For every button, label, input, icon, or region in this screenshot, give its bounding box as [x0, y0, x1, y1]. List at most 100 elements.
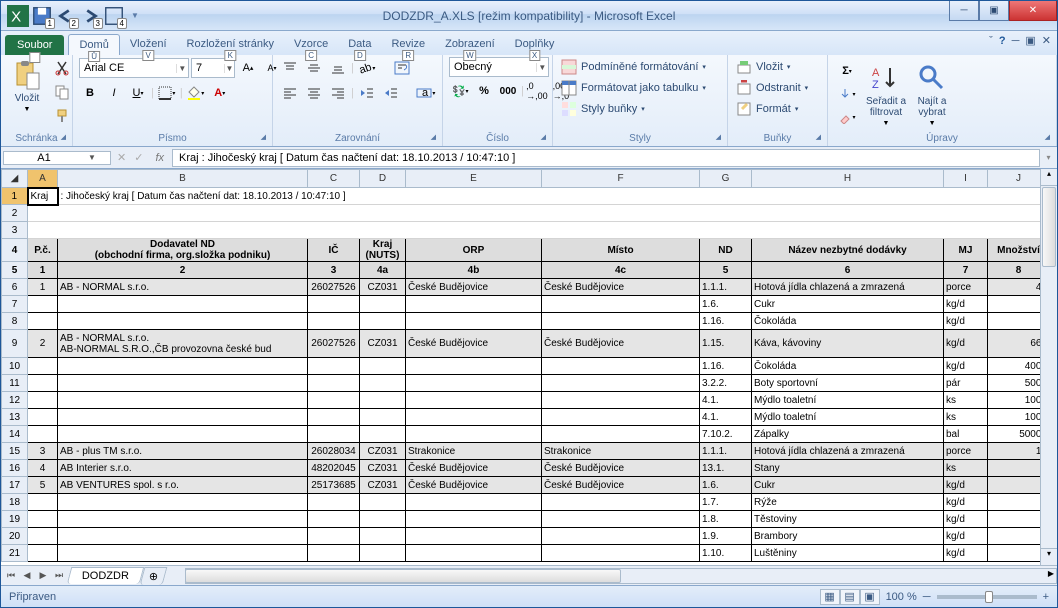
cell[interactable]: Hotová jídla chlazená a zmrazená: [752, 443, 944, 460]
qat-save[interactable]: 1: [31, 5, 53, 27]
cell[interactable]: Luštěniny: [752, 545, 944, 562]
cell[interactable]: [308, 494, 360, 511]
cell[interactable]: České Budějovice: [406, 460, 542, 477]
cell[interactable]: 1.16.: [700, 313, 752, 330]
maximize-button[interactable]: ▣: [979, 1, 1009, 21]
cell[interactable]: 48202045: [308, 460, 360, 477]
row-header-1[interactable]: 1: [2, 188, 28, 205]
cell[interactable]: 1: [988, 477, 1041, 494]
cell[interactable]: 1.10.: [700, 545, 752, 562]
workbook-minimize-icon[interactable]: ─: [1012, 35, 1020, 47]
col-header-E[interactable]: E: [406, 170, 542, 188]
clear-button[interactable]: ▾: [834, 106, 860, 128]
cell[interactable]: [542, 545, 700, 562]
percent-button[interactable]: %: [473, 80, 495, 102]
cell[interactable]: [28, 392, 58, 409]
cell[interactable]: AB Interier s.r.o.: [58, 460, 308, 477]
cell[interactable]: 660: [988, 330, 1041, 358]
cell[interactable]: [360, 494, 406, 511]
normal-view-button[interactable]: ▦: [820, 589, 840, 605]
cell[interactable]: [308, 528, 360, 545]
cell[interactable]: 1000: [988, 409, 1041, 426]
tab-zobrazení[interactable]: ZobrazeníW: [435, 34, 505, 55]
col-header-F[interactable]: F: [542, 170, 700, 188]
cell[interactable]: 7.10.2.: [700, 426, 752, 443]
formula-input[interactable]: [172, 149, 1040, 167]
copy-button[interactable]: [51, 81, 73, 103]
cell[interactable]: [308, 296, 360, 313]
qat-undo[interactable]: 2: [55, 5, 77, 27]
cell[interactable]: 50000: [988, 426, 1041, 443]
cell[interactable]: 6: [988, 313, 1041, 330]
cell[interactable]: [28, 409, 58, 426]
cell[interactable]: [542, 528, 700, 545]
underline-button[interactable]: U▾: [127, 82, 149, 104]
cell[interactable]: 26027526: [308, 279, 360, 296]
cell[interactable]: [360, 358, 406, 375]
cell[interactable]: AB - NORMAL s.r.o.: [58, 279, 308, 296]
row-header-6[interactable]: 6: [2, 279, 28, 296]
cell[interactable]: CZ031: [360, 443, 406, 460]
tab-vzorce[interactable]: VzorceC: [284, 34, 338, 55]
cell[interactable]: kg/d: [944, 494, 988, 511]
cell[interactable]: 1.16.: [700, 358, 752, 375]
cell[interactable]: [542, 392, 700, 409]
row-header-16[interactable]: 16: [2, 460, 28, 477]
col-header-H[interactable]: H: [752, 170, 944, 188]
tab-rozložení stránky[interactable]: Rozložení stránkyK: [177, 34, 284, 55]
cell[interactable]: [308, 511, 360, 528]
cell[interactable]: [360, 392, 406, 409]
cell[interactable]: 2: [28, 330, 58, 358]
cell[interactable]: [406, 545, 542, 562]
cell[interactable]: [360, 426, 406, 443]
row-header-4[interactable]: 4: [2, 239, 28, 262]
row-header-10[interactable]: 10: [2, 358, 28, 375]
tab-domů[interactable]: DomůŮ: [68, 34, 119, 55]
cell[interactable]: Čokoláda: [752, 313, 944, 330]
row-header-21[interactable]: 21: [2, 545, 28, 562]
insert-cells-button[interactable]: Vložit ▾: [734, 57, 792, 77]
cell[interactable]: [28, 528, 58, 545]
autosum-button[interactable]: Σ▾: [834, 60, 860, 82]
cell[interactable]: České Budějovice: [542, 279, 700, 296]
row-header-7[interactable]: 7: [2, 296, 28, 313]
cell[interactable]: [406, 426, 542, 443]
file-tab[interactable]: SouborS: [5, 35, 64, 55]
cell[interactable]: kg/d: [944, 511, 988, 528]
cell[interactable]: Cukr: [752, 477, 944, 494]
first-sheet-button[interactable]: ⏮: [3, 570, 19, 581]
italic-button[interactable]: I: [103, 82, 125, 104]
accounting-format-button[interactable]: 💱▾: [449, 80, 471, 102]
cell[interactable]: České Budějovice: [542, 460, 700, 477]
cell[interactable]: Cukr: [752, 296, 944, 313]
cell[interactable]: 5000: [988, 375, 1041, 392]
cell[interactable]: kg/d: [944, 330, 988, 358]
format-painter-button[interactable]: [51, 105, 73, 127]
tab-doplňky[interactable]: DoplňkyX: [505, 34, 565, 55]
cell[interactable]: kg/d: [944, 358, 988, 375]
cell[interactable]: Strakonice: [406, 443, 542, 460]
last-sheet-button[interactable]: ⏭: [51, 570, 67, 581]
cell[interactable]: [28, 511, 58, 528]
cell[interactable]: CZ031: [360, 330, 406, 358]
cell[interactable]: 3.2.2.: [700, 375, 752, 392]
vertical-scrollbar[interactable]: ▴ ▾: [1040, 169, 1057, 565]
tab-data[interactable]: DataD: [338, 34, 381, 55]
format-cells-button[interactable]: Formát ▾: [734, 99, 800, 119]
format-as-table-button[interactable]: Formátovat jako tabulku ▾: [559, 78, 708, 98]
row-header-8[interactable]: 8: [2, 313, 28, 330]
cell[interactable]: [542, 426, 700, 443]
cell[interactable]: 5: [988, 460, 1041, 477]
cell[interactable]: kg/d: [944, 477, 988, 494]
cell[interactable]: [308, 375, 360, 392]
tab-vložení[interactable]: VloženíV: [120, 34, 177, 55]
cell[interactable]: kg/d: [944, 528, 988, 545]
cell[interactable]: 5: [28, 477, 58, 494]
cell[interactable]: 4: [28, 460, 58, 477]
cell[interactable]: 1.15.: [700, 330, 752, 358]
cell[interactable]: Čokoláda: [752, 358, 944, 375]
cell[interactable]: [360, 409, 406, 426]
cell[interactable]: [58, 511, 308, 528]
sort-filter-button[interactable]: AZ Seřadit a filtrovat▼: [864, 60, 908, 129]
cell[interactable]: [542, 358, 700, 375]
